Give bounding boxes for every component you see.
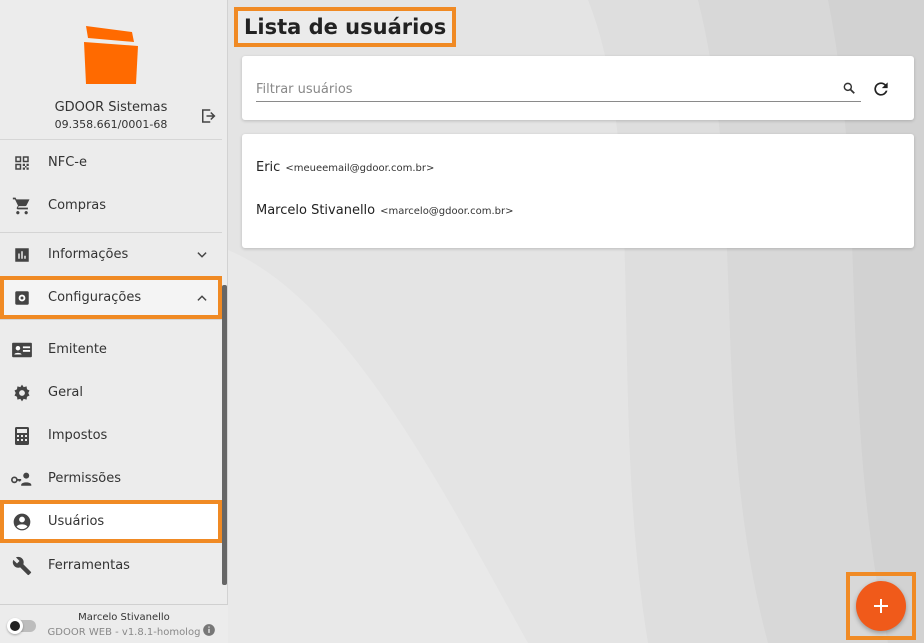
sidebar-item-emitente[interactable]: Emitente [0, 328, 222, 371]
refresh-button[interactable] [870, 78, 892, 100]
sidebar-item-label: Compras [48, 198, 107, 213]
id-card-icon [11, 339, 33, 361]
sidebar-item-geral[interactable]: Geral [0, 371, 222, 414]
sidebar-item-label: Configurações [48, 290, 142, 305]
info-icon[interactable] [202, 623, 216, 637]
plus-icon [874, 599, 888, 613]
list-item[interactable]: Eric <meueemail@gdoor.com.br> [256, 160, 434, 184]
sidebar-item-informacoes[interactable]: Informações [0, 233, 222, 276]
sidebar-footer: Marcelo Stivanello GDOOR WEB - v1.8.1-ho… [0, 604, 228, 643]
filter-input[interactable] [256, 78, 861, 102]
user-key-icon [11, 468, 33, 490]
sidebar-item-label: Informações [48, 247, 129, 262]
sidebar: GDOOR Sistemas 09.358.661/0001-68 NFC-e … [0, 0, 228, 643]
user-list: Eric <meueemail@gdoor.com.br> Marcelo St… [242, 134, 914, 248]
theme-toggle[interactable] [7, 618, 36, 634]
qr-code-icon [11, 152, 33, 174]
sidebar-item-ferramentas[interactable]: Ferramentas [0, 544, 222, 587]
company-cnpj: 09.358.661/0001-68 [54, 118, 168, 131]
user-name: Marcelo Stivanello [256, 203, 376, 218]
sidebar-item-label: Geral [48, 385, 83, 400]
calculator-icon [11, 425, 33, 447]
sidebar-item-label: Impostos [48, 428, 108, 443]
sidebar-item-label: Ferramentas [48, 558, 130, 573]
user-email: <marcelo@gdoor.com.br> [380, 206, 514, 217]
company-name: GDOOR Sistemas [54, 100, 168, 115]
account-circle-icon [11, 511, 33, 533]
logout-button[interactable] [198, 106, 218, 126]
gear-icon [11, 382, 33, 404]
chevron-down-icon [194, 247, 210, 263]
company-logo [84, 26, 138, 84]
search-icon[interactable] [842, 81, 856, 95]
filter-card [242, 56, 914, 120]
sidebar-item-nfce[interactable]: NFC-e [0, 141, 222, 184]
user-email: <meueemail@gdoor.com.br> [285, 163, 435, 174]
app-version: GDOOR WEB - v1.8.1-homolog [47, 627, 201, 638]
wrench-icon [11, 555, 33, 577]
sidebar-item-label: NFC-e [48, 155, 87, 170]
sidebar-item-impostos[interactable]: Impostos [0, 414, 222, 457]
page-title: Lista de usuários [234, 7, 457, 47]
logged-user: Marcelo Stivanello [78, 612, 170, 623]
toggle-knob [7, 618, 23, 634]
settings-box-icon [11, 287, 33, 309]
sidebar-scrollbar[interactable] [222, 285, 227, 585]
sidebar-item-compras[interactable]: Compras [0, 184, 222, 227]
bar-chart-icon [11, 244, 33, 266]
refresh-icon [874, 82, 888, 96]
sidebar-item-usuarios[interactable]: Usuários [0, 500, 222, 543]
cart-icon [11, 195, 33, 217]
divider [0, 319, 222, 320]
user-name: Eric [256, 160, 281, 175]
chevron-up-icon [194, 290, 210, 306]
sidebar-item-label: Permissões [48, 471, 122, 486]
add-user-button[interactable] [856, 581, 906, 631]
sidebar-nav: NFC-e Compras Informações Configurações [0, 141, 222, 596]
sidebar-item-configuracoes[interactable]: Configurações [0, 276, 222, 319]
sidebar-item-label: Usuários [48, 514, 105, 529]
sidebar-item-label: Emitente [48, 342, 107, 357]
logout-icon [202, 109, 216, 123]
sidebar-item-permissoes[interactable]: Permissões [0, 457, 222, 500]
list-item[interactable]: Marcelo Stivanello <marcelo@gdoor.com.br… [256, 203, 514, 227]
brand-header: GDOOR Sistemas 09.358.661/0001-68 [0, 0, 222, 140]
